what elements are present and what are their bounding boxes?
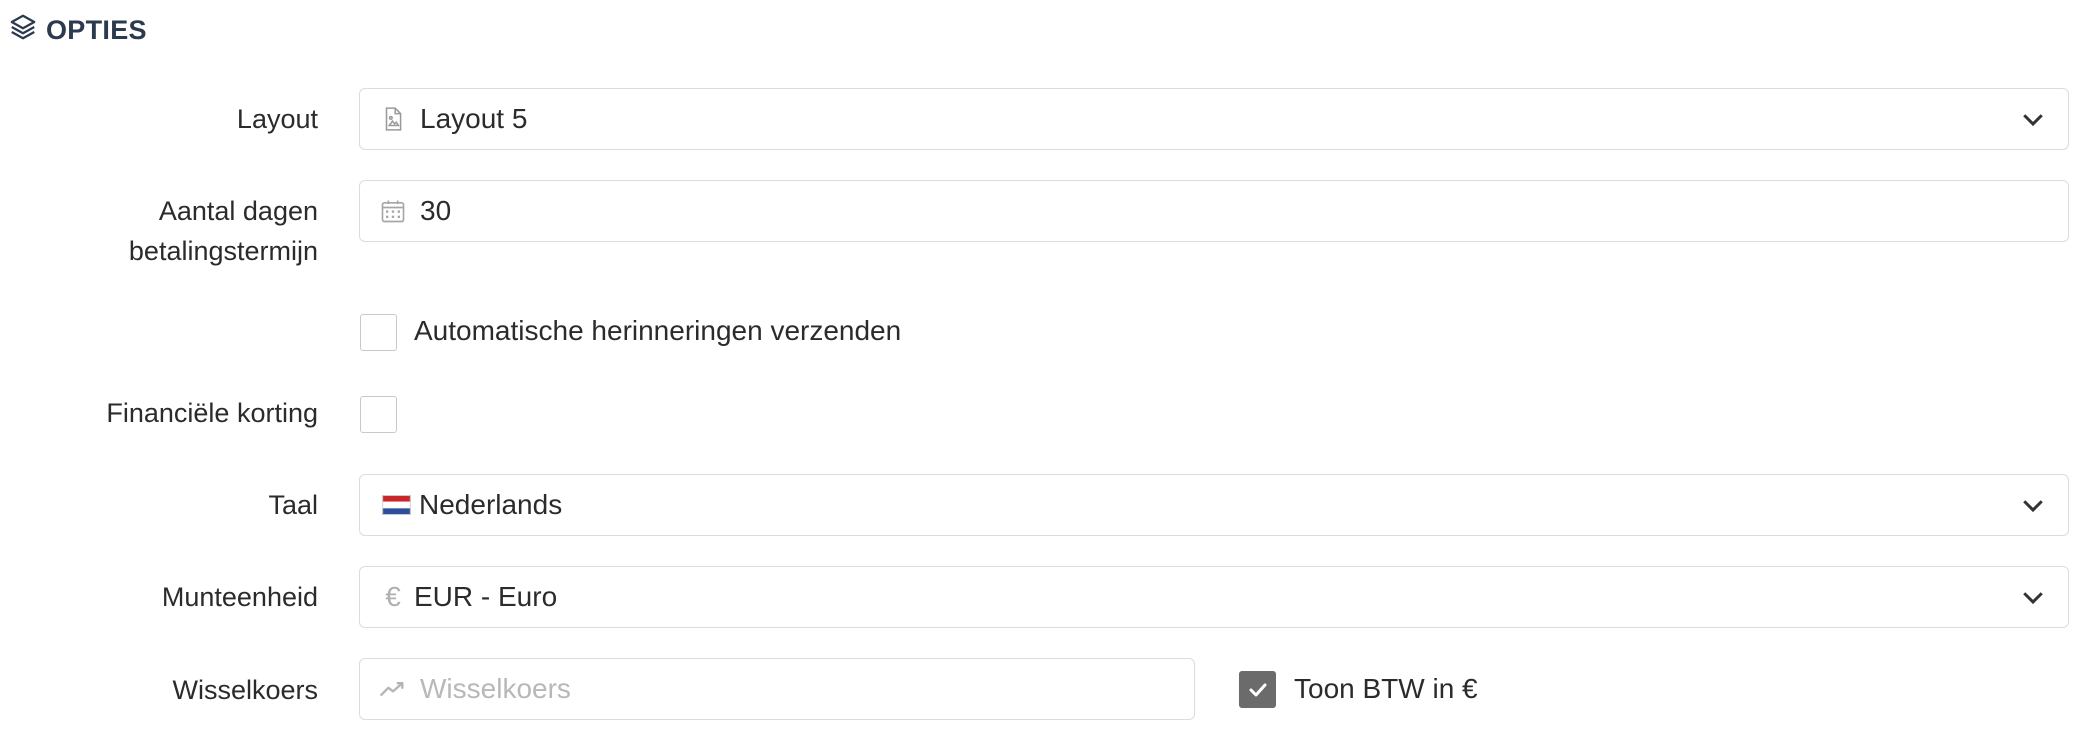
show-vat-label: Toon BTW in €: [1294, 673, 1478, 704]
auto-reminders-checkbox[interactable]: [360, 314, 397, 351]
netherlands-flag-icon: [381, 490, 411, 520]
payment-term-value: 30: [420, 195, 452, 226]
financial-discount-checkbox[interactable]: [360, 396, 397, 433]
language-label: Taal: [268, 490, 318, 520]
document-image-icon: [378, 104, 408, 134]
exchange-rate-label: Wisselkoers: [172, 675, 318, 705]
calendar-icon: [378, 196, 408, 226]
layout-select[interactable]: Layout 5: [359, 88, 2069, 150]
currency-label: Munteenheid: [161, 582, 318, 612]
exchange-rate-placeholder: Wisselkoers: [420, 673, 571, 704]
checkmark-icon: [1249, 683, 1266, 696]
layout-value: Layout 5: [420, 103, 528, 134]
exchange-rate-input[interactable]: Wisselkoers: [359, 658, 1195, 720]
show-vat-checkbox[interactable]: [1239, 671, 1276, 708]
section-title: OPTIES: [46, 14, 147, 45]
financial-discount-label: Financiële korting: [106, 398, 318, 428]
auto-reminders-label: Automatische herinneringen verzenden: [414, 315, 902, 346]
chevron-down-icon: [2023, 114, 2043, 127]
euro-icon: €: [385, 581, 401, 612]
layout-label: Layout: [236, 104, 318, 134]
layers-icon: [8, 12, 38, 49]
section-header: OPTIES: [8, 12, 147, 48]
language-select[interactable]: Nederlands: [359, 474, 2069, 536]
chevron-down-icon: [2023, 592, 2043, 605]
chevron-down-icon: [2023, 500, 2043, 513]
language-value: Nederlands: [419, 489, 563, 520]
payment-term-input[interactable]: 30: [359, 180, 2069, 242]
payment-term-label: Aantal dagen betalingstermijn: [128, 196, 318, 266]
currency-select[interactable]: € EUR - Euro: [359, 566, 2069, 628]
currency-value: EUR - Euro: [414, 581, 558, 612]
trend-line-icon: [378, 674, 408, 704]
